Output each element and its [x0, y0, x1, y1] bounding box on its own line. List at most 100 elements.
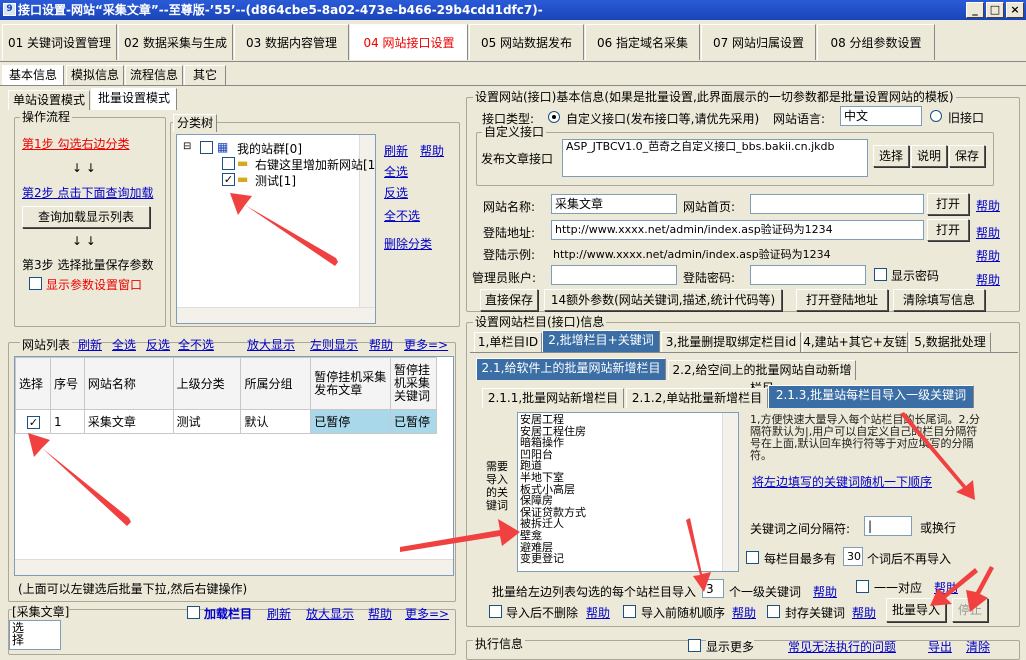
col-select[interactable]: 选择 — [15, 357, 51, 410]
tab-single-col[interactable]: 1,单栏目ID — [474, 332, 542, 352]
minimize-button[interactable]: _ — [966, 2, 984, 18]
col-group[interactable]: 所属分组 — [240, 357, 312, 410]
tree-select-none-link[interactable]: 全不选 — [384, 207, 420, 224]
site-select-all-link[interactable]: 全选 — [112, 336, 136, 353]
extra-params-button[interactable]: 14额外参数(网站关键词,描述,统计代码等) — [544, 289, 782, 311]
col-refresh-link[interactable]: 刷新 — [267, 605, 291, 622]
site-invert-link[interactable]: 反选 — [146, 336, 170, 353]
tab-software-sites[interactable]: 2.1,给软件上的批量网站新增栏目 — [476, 358, 666, 380]
no-delete-checkbox[interactable] — [489, 605, 502, 618]
tab-data-batch[interactable]: 5,数据批处理 — [909, 332, 991, 352]
row-checkbox[interactable]: ✓ — [27, 415, 40, 429]
pwd-help-link[interactable]: 帮助 — [976, 271, 1000, 288]
seal-checkbox[interactable] — [767, 605, 780, 618]
tab-other[interactable]: 其它 — [184, 65, 226, 85]
site-zoom-link[interactable]: 放大显示 — [247, 336, 295, 353]
seal-help-link[interactable]: 帮助 — [852, 604, 876, 621]
select-button[interactable]: 选择 — [873, 145, 909, 167]
col-help-link[interactable]: 帮助 — [368, 605, 392, 622]
tree-delete-link[interactable]: 删除分类 — [384, 235, 432, 252]
pwd-input[interactable] — [750, 265, 866, 285]
tab-data-content[interactable]: 03 数据内容管理 — [234, 24, 349, 60]
tab-group-params[interactable]: 08 分组参数设置 — [817, 24, 935, 60]
randomize-link[interactable]: 将左边填写的关键词随机一下顺序 — [752, 473, 932, 490]
col-name[interactable]: 网站名称 — [83, 357, 174, 410]
close-button[interactable]: × — [1006, 2, 1024, 18]
keywords-vscroll[interactable] — [722, 413, 738, 571]
tree-item1-checkbox[interactable] — [222, 157, 235, 170]
example-help-link[interactable]: 帮助 — [976, 247, 1000, 264]
login-help-link[interactable]: 帮助 — [976, 224, 1000, 241]
export-link[interactable]: 导出 — [928, 638, 952, 655]
publish-interface-field[interactable]: ASP_JTBCV1.0_芭奇之自定义接口_bbs.bakii.cn.jkdb — [562, 139, 868, 177]
tree-refresh-link[interactable]: 刷新 — [384, 142, 408, 159]
admin-input[interactable] — [551, 265, 677, 285]
tree-invert-link[interactable]: 反选 — [384, 184, 408, 201]
tab-batch-del-col[interactable]: 3,批量删提取绑定栏目id — [661, 332, 801, 352]
show-param-checkbox[interactable] — [29, 277, 42, 290]
site-help-link[interactable]: 帮助 — [369, 336, 393, 353]
tree-select-all-link[interactable]: 全选 — [384, 163, 408, 180]
no-delete-help-link[interactable]: 帮助 — [586, 604, 610, 621]
tab-batch-add-col[interactable]: 2,批增栏目+关键词 — [542, 330, 660, 352]
tab-keyword-settings[interactable]: 01 关键词设置管理 — [2, 24, 117, 60]
tree-root-checkbox[interactable] — [200, 141, 213, 154]
open-home-button[interactable]: 打开 — [927, 193, 969, 215]
open-login-button[interactable]: 打开 — [927, 219, 969, 241]
site-more-link[interactable]: 更多=> — [404, 336, 448, 353]
tab-single-mode[interactable]: 单站设置模式 — [8, 90, 90, 110]
random-order-checkbox[interactable] — [623, 605, 636, 618]
tree-item1-label[interactable]: 右键这里增加新网站[1 — [255, 156, 375, 173]
old-iface-radio[interactable] — [930, 110, 942, 122]
custom-iface-radio[interactable] — [548, 111, 560, 123]
separator-input[interactable]: | — [864, 516, 912, 536]
col-parent[interactable]: 上级分类 — [172, 357, 242, 410]
step1-link[interactable]: 第1步 勾选右边分类 — [22, 135, 129, 152]
batch-import-button[interactable]: 批量导入 — [886, 598, 946, 622]
tab-site-publish[interactable]: 05 网站数据发布 — [469, 24, 584, 60]
random-order-help-link[interactable]: 帮助 — [732, 604, 756, 621]
tab-data-collect[interactable]: 02 数据采集与生成 — [118, 24, 233, 60]
tab-site-owner[interactable]: 07 网站归属设置 — [701, 24, 816, 60]
home-input[interactable] — [750, 194, 924, 214]
tab-domain-collect[interactable]: 06 指定域名采集 — [585, 24, 700, 60]
tab-basic-info[interactable]: 基本信息 — [2, 65, 64, 85]
tree-hscroll[interactable] — [177, 307, 375, 323]
step2-link[interactable]: 第2步 点击下面查询加载 — [22, 184, 153, 201]
login-url-input[interactable]: http://www.xxxx.net/admin/index.asp验证码为1… — [551, 220, 924, 240]
col-no[interactable]: 序号 — [49, 357, 85, 410]
clear-link[interactable]: 清除 — [966, 638, 990, 655]
site-refresh-link[interactable]: 刷新 — [78, 336, 102, 353]
col-more-link[interactable]: 更多=> — [405, 605, 449, 622]
direct-save-button[interactable]: 直接保存 — [480, 289, 538, 311]
max-words-checkbox[interactable] — [746, 551, 759, 564]
stop-button[interactable]: 停止 — [952, 598, 988, 622]
site-name-input[interactable]: 采集文章 — [551, 194, 677, 214]
home-help-link[interactable]: 帮助 — [976, 197, 1000, 214]
tree-item2-checkbox[interactable]: ✓ — [222, 173, 235, 186]
site-left-show-link[interactable]: 左则显示 — [310, 336, 358, 353]
table-row[interactable]: ✓ 1 采集文章 测试 默认 已暂停 已暂停 — [15, 409, 437, 434]
tab-sim-info[interactable]: 模拟信息 — [66, 65, 124, 85]
tab-flow-info[interactable]: 流程信息 — [125, 65, 183, 85]
col-pause-article[interactable]: 暂停挂机采集发布文章 — [310, 357, 392, 410]
tab-import-keywords[interactable]: 2.1.3,批量站每栏目导入一级关键词 — [768, 385, 974, 408]
site-select-none-link[interactable]: 全不选 — [178, 336, 214, 353]
maximize-button[interactable]: □ — [986, 2, 1004, 18]
load-col-checkbox[interactable] — [187, 606, 200, 619]
col-zoom-link[interactable]: 放大显示 — [306, 605, 354, 622]
one-to-one-checkbox[interactable] — [856, 580, 869, 593]
tree-help-link[interactable]: 帮助 — [420, 142, 444, 159]
col-pause-keyword[interactable]: 暂停挂机采集关键词 — [390, 357, 437, 410]
tab-single-new-col[interactable]: 2.1.2,单站批量新增栏目 — [626, 388, 768, 408]
row-pause2[interactable]: 已暂停 — [390, 409, 437, 434]
explain-button[interactable]: 说明 — [911, 145, 947, 167]
row-pause1[interactable]: 已暂停 — [310, 409, 392, 434]
show-more-checkbox[interactable] — [688, 639, 701, 652]
tree-root-label[interactable]: 我的站群[0] — [237, 140, 302, 157]
import-help-link[interactable]: 帮助 — [813, 583, 837, 600]
tab-space-sites[interactable]: 2.2,给空间上的批量网站自动新增栏目 — [668, 360, 856, 395]
lang-select[interactable]: 中文 — [840, 106, 922, 126]
show-pwd-checkbox[interactable] — [874, 268, 887, 281]
tab-site-interface[interactable]: 04 网站接口设置 — [350, 24, 468, 60]
